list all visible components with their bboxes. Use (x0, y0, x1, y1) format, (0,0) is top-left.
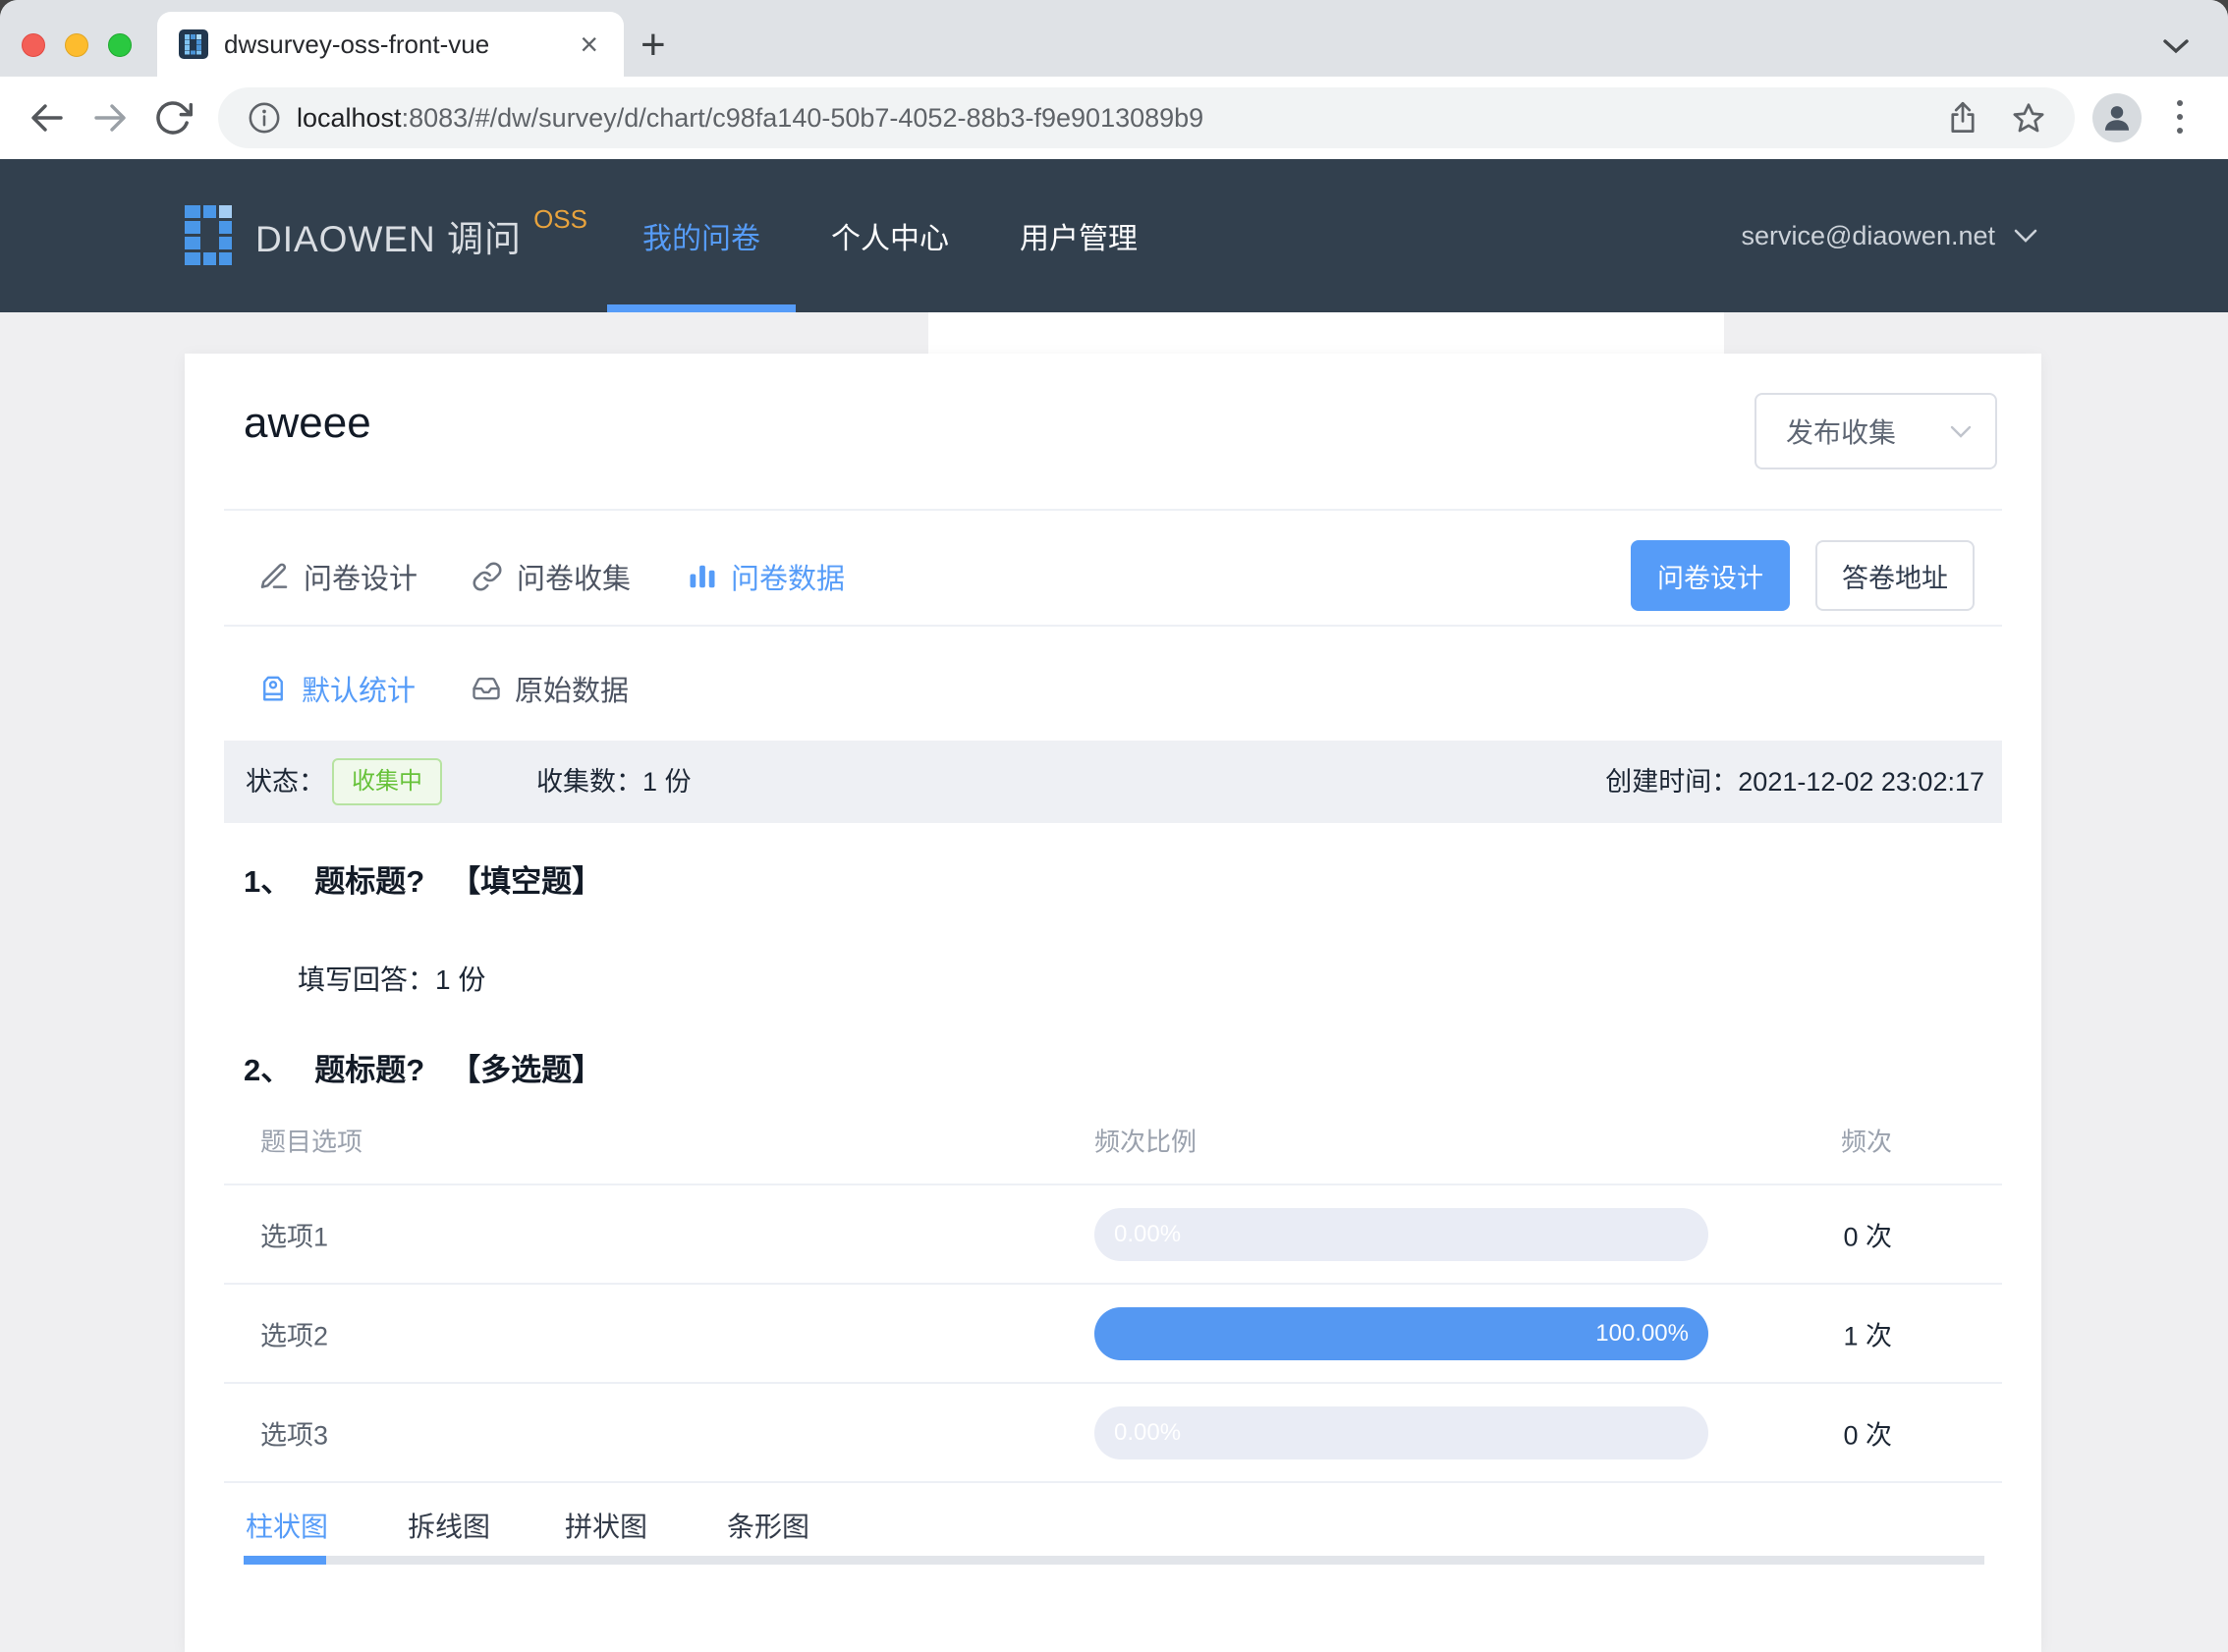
diaowen-logo-icon (185, 205, 242, 266)
frequency-bar: 0.00% (1094, 1208, 1708, 1261)
browser-tab[interactable]: dwsurvey-oss-front-vue × (157, 12, 624, 77)
browser-window: dwsurvey-oss-front-vue × + localhost:808… (0, 0, 2228, 1652)
bar-chart-icon (690, 565, 715, 588)
column-header-frequency-ratio: 频次比例 (1094, 1127, 1198, 1157)
stat-tabs: 默认统计 原始数据 (185, 658, 2041, 719)
app-header: DIAOWEN 调问 OSS 我的问卷 个人中心 用户管理 service@di… (0, 159, 2228, 312)
tab-column-chart[interactable]: 柱状图 (246, 1493, 328, 1558)
frequency-percent: 0.00% (1114, 1221, 1182, 1247)
brand-oss-badge: OSS (533, 203, 587, 234)
minimize-window-button[interactable] (65, 33, 88, 57)
window-controls (22, 33, 132, 57)
created-time: 创建时间：2021-12-02 23:02:17 (1605, 767, 1984, 797)
tab-close-icon[interactable]: × (576, 28, 602, 60)
chevron-down-icon (2014, 229, 2037, 243)
status-badge: 收集中 (332, 758, 442, 805)
header-substrip (928, 312, 1724, 354)
account-email: service@diaowen.net (1741, 220, 1995, 250)
options-table-header: 题目选项 频次比例 频次 (185, 1106, 2041, 1175)
table-row: 选项2 100.00% 1 次 (224, 1283, 2002, 1382)
bookmark-star-icon[interactable] (2012, 101, 2045, 135)
publish-collect-select[interactable]: 发布收集 (1755, 393, 1997, 469)
column-header-option: 题目选项 (260, 1127, 363, 1157)
app-nav: 我的问卷 个人中心 用户管理 (607, 159, 1173, 312)
collect-count: 收集数：1 份 (536, 767, 692, 797)
tab-line-chart[interactable]: 拆线图 (408, 1493, 490, 1558)
url-text: localhost:8083/#/dw/survey/d/chart/c98fa… (297, 103, 1927, 134)
frequency-count: 1 次 (1843, 1321, 1892, 1350)
tab-default-stats[interactable]: 默认统计 (258, 658, 416, 719)
frequency-percent: 0.00% (1114, 1419, 1182, 1446)
link-icon (473, 562, 502, 591)
maximize-window-button[interactable] (108, 33, 132, 57)
options-table: 选项1 0.00% 0 次 选项2 100.00% 1 次 选项3 0.00% … (185, 1184, 2041, 1481)
url-host: localhost (297, 102, 402, 133)
status-label: 状态： (246, 767, 325, 797)
url-actions (1947, 101, 2045, 135)
tab-search-chevron-icon[interactable] (2161, 37, 2191, 55)
brand-logo[interactable]: DIAOWEN 调问 OSS (185, 159, 587, 312)
table-row: 选项3 0.00% 0 次 (224, 1382, 2002, 1481)
question-1-title: 1、 题标题? 【填空题】 (244, 864, 603, 899)
browser-tab-strip: dwsurvey-oss-front-vue × + (0, 0, 2228, 77)
question-2-title: 2、 题标题? 【多选题】 (244, 1053, 603, 1087)
survey-design-button[interactable]: 问卷设计 (1631, 540, 1790, 611)
frequency-count: 0 次 (1843, 1222, 1892, 1251)
frequency-count: 0 次 (1843, 1420, 1892, 1450)
tab-survey-collect[interactable]: 问卷收集 (472, 546, 631, 607)
tag-icon (263, 676, 283, 701)
url-path: :8083/#/dw/survey/d/chart/c98fa140-50b7-… (401, 102, 1204, 133)
browser-profile-avatar[interactable] (2092, 93, 2142, 142)
tab-pie-chart[interactable]: 拼状图 (565, 1493, 647, 1558)
forward-icon[interactable] (90, 98, 130, 138)
new-tab-button[interactable]: + (641, 24, 666, 67)
edit-pencil-icon (260, 563, 288, 588)
tab-survey-data[interactable]: 问卷数据 (688, 546, 845, 607)
divider (224, 1481, 2002, 1483)
nav-item-user-management[interactable]: 用户管理 (984, 159, 1173, 312)
nav-item-my-surveys[interactable]: 我的问卷 (607, 159, 796, 312)
option-label: 选项3 (260, 1420, 329, 1450)
publish-collect-value: 发布收集 (1786, 417, 1897, 448)
status-bar: 状态： 收集中 收集数：1 份 创建时间：2021-12-02 23:02:17 (224, 741, 2002, 823)
frequency-percent: 100.00% (1595, 1320, 1689, 1347)
divider (224, 509, 2002, 511)
divider (224, 625, 2002, 627)
answer-url-button[interactable]: 答卷地址 (1815, 540, 1975, 611)
tab-survey-design[interactable]: 问卷设计 (258, 546, 418, 607)
url-bar[interactable]: localhost:8083/#/dw/survey/d/chart/c98fa… (218, 87, 2075, 148)
inbox-icon (473, 677, 500, 700)
reload-icon[interactable] (153, 98, 193, 138)
tab-bar-chart[interactable]: 条形图 (727, 1493, 809, 1558)
account-menu[interactable]: service@diaowen.net (1741, 159, 2038, 312)
option-label: 选项1 (260, 1222, 329, 1251)
back-icon[interactable] (28, 98, 67, 138)
nav-item-personal-center[interactable]: 个人中心 (796, 159, 984, 312)
chevron-down-icon (1950, 425, 1972, 438)
share-icon[interactable] (1947, 101, 1978, 135)
column-header-frequency: 频次 (1840, 1127, 1892, 1157)
page-info-icon[interactable] (248, 101, 281, 135)
close-window-button[interactable] (22, 33, 45, 57)
site-favicon-icon (179, 29, 208, 59)
table-row: 选项1 0.00% 0 次 (224, 1184, 2002, 1283)
survey-detail-card: aweee 发布收集 问卷设计 问卷收集 问卷数据 问卷设计 答卷地址 默认统计… (185, 354, 2041, 1652)
frequency-bar: 0.00% (1094, 1406, 1708, 1459)
browser-menu-icon[interactable] (2177, 100, 2183, 134)
brand-name: DIAOWEN 调问 (255, 219, 523, 259)
question-1-answer-count: 填写回答：1 份 (298, 964, 486, 995)
chart-type-tabs: 柱状图 拆线图 拼状图 条形图 (185, 1493, 2041, 1558)
chart-tabs-active-indicator (244, 1556, 326, 1565)
option-label: 选项2 (260, 1321, 329, 1350)
survey-title: aweee (244, 399, 371, 447)
chart-tabs-track (244, 1556, 1984, 1565)
frequency-bar: 100.00% (1094, 1307, 1708, 1360)
browser-toolbar: localhost:8083/#/dw/survey/d/chart/c98fa… (0, 77, 2228, 159)
tab-raw-data[interactable]: 原始数据 (472, 658, 629, 719)
tab-title: dwsurvey-oss-front-vue (224, 28, 490, 59)
